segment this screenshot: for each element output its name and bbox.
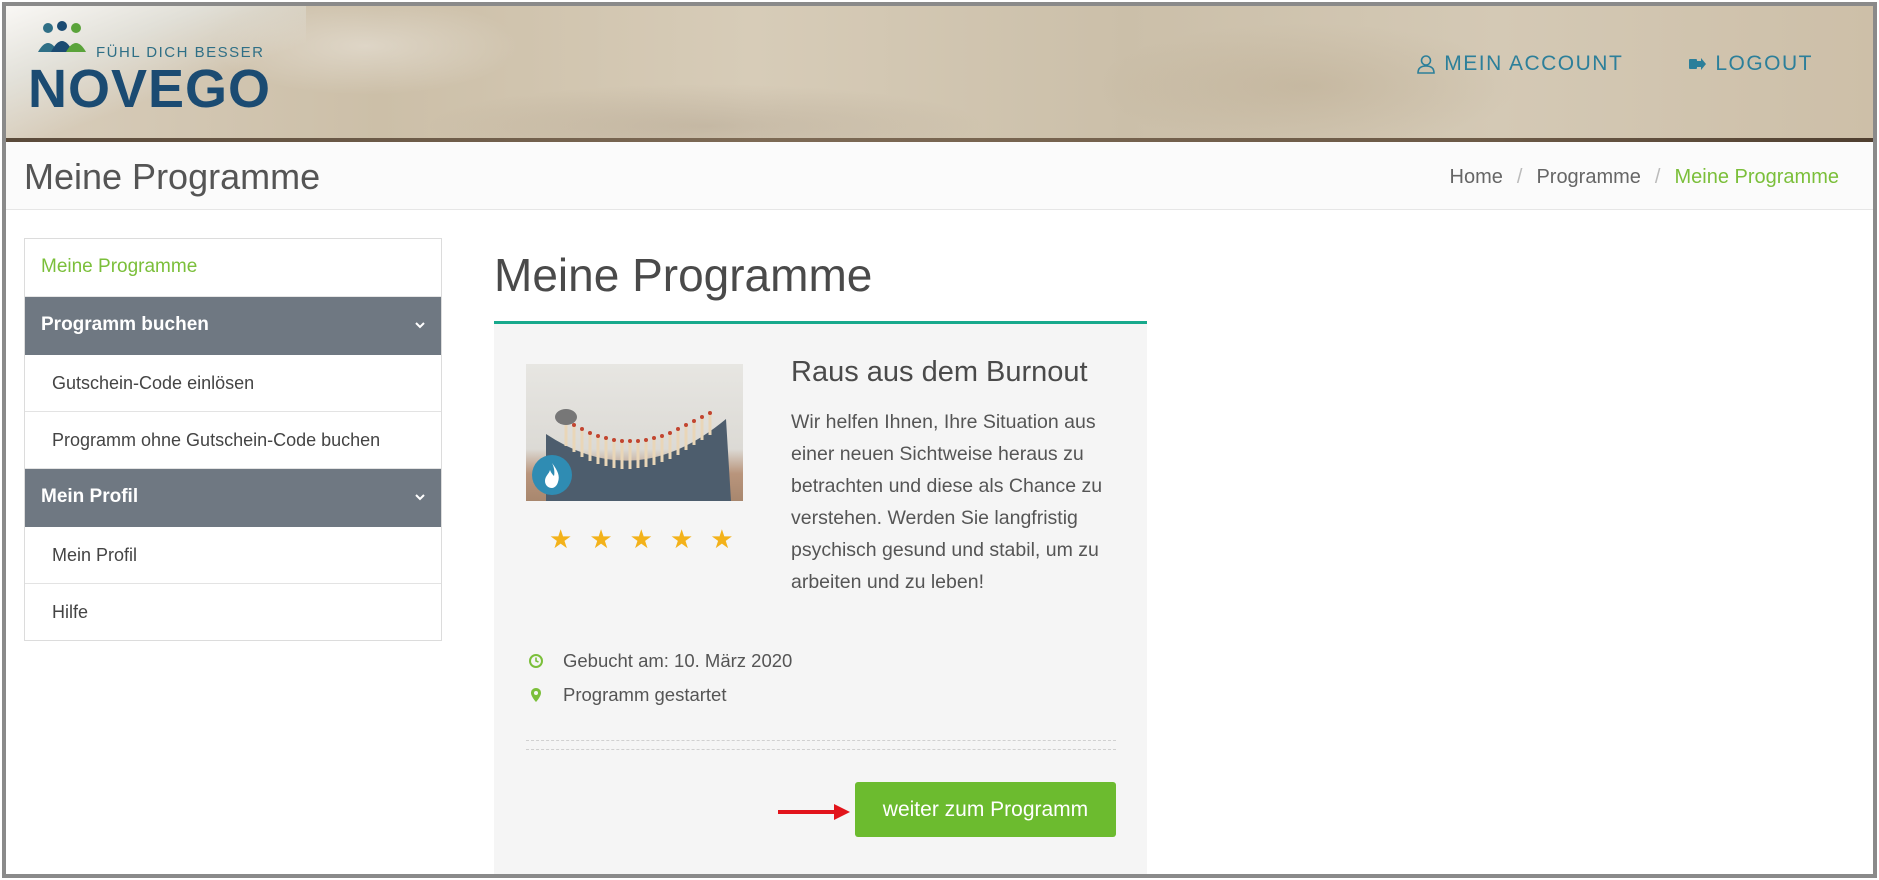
- booked-date-row: Gebucht am: 10. März 2020: [528, 644, 792, 678]
- program-card: ★ ★ ★ ★ ★ Raus aus dem Burnout Wir helfe…: [494, 324, 1147, 874]
- rating-stars: ★ ★ ★ ★ ★: [549, 526, 734, 552]
- breadcrumb-separator: /: [1654, 166, 1661, 188]
- program-badge: [532, 455, 572, 495]
- booked-date: Gebucht am: 10. März 2020: [563, 650, 793, 671]
- logo-people-icon: [38, 21, 86, 52]
- divider: [526, 749, 1116, 750]
- logout-label: LOGOUT: [1715, 52, 1813, 75]
- sidebar-group-label: Mein Profil: [41, 486, 139, 507]
- star-icon: ★: [710, 524, 734, 554]
- star-icon: ★: [549, 524, 573, 554]
- divider: [526, 740, 1116, 741]
- sidebar-item-gutschein-code[interactable]: Gutschein-Code einlösen: [25, 355, 441, 412]
- browser-frame: FÜHL DICH BESSER NOVEGO MEIN ACCOUNT LOG…: [2, 2, 1877, 878]
- continue-program-button[interactable]: weiter zum Programm: [855, 782, 1116, 837]
- sidebar-menu: Meine Programme Programm buchen Gutschei…: [24, 238, 442, 641]
- main-heading: Meine Programme: [494, 249, 873, 301]
- page-title: Meine Programme: [24, 156, 321, 197]
- sidebar-item-ohne-gutschein[interactable]: Programm ohne Gutschein-Code buchen: [25, 412, 441, 469]
- map-marker-icon: [531, 688, 541, 702]
- breadcrumb-programme[interactable]: Programme: [1536, 166, 1640, 189]
- program-title: Raus aus dem Burnout: [791, 356, 1088, 388]
- annotation-arrow-icon: [778, 804, 850, 820]
- breadcrumb-current: Meine Programme: [1674, 166, 1839, 188]
- sidebar-group-programm-buchen[interactable]: Programm buchen: [25, 297, 441, 355]
- breadcrumb: Home / Programme / Meine Programme: [1450, 166, 1839, 189]
- page-title-bar: Meine Programme Home / Programme / Meine…: [6, 142, 1873, 210]
- logout-link[interactable]: LOGOUT: [1687, 52, 1813, 76]
- sidebar-group-mein-profil[interactable]: Mein Profil: [25, 469, 441, 527]
- sidebar-group-label: Programm buchen: [41, 314, 209, 335]
- program-meta: Gebucht am: 10. März 2020 Programm gesta…: [528, 644, 792, 712]
- user-icon: [1417, 55, 1436, 74]
- star-icon: ★: [589, 524, 613, 554]
- logout-icon: [1689, 58, 1707, 70]
- sidebar-item-meine-programme[interactable]: Meine Programme: [25, 239, 441, 297]
- novego-logo[interactable]: FÜHL DICH BESSER NOVEGO: [28, 20, 272, 120]
- flame-icon: [545, 463, 559, 488]
- site-header: FÜHL DICH BESSER NOVEGO MEIN ACCOUNT LOG…: [6, 6, 1873, 142]
- mein-account-link[interactable]: MEIN ACCOUNT: [1416, 52, 1623, 76]
- sidebar-item-mein-profil[interactable]: Mein Profil: [25, 527, 441, 584]
- program-description: Wir helfen Ihnen, Ihre Situation aus ein…: [791, 411, 1103, 593]
- breadcrumb-home[interactable]: Home: [1450, 166, 1503, 189]
- stone: [555, 409, 577, 425]
- star-icon: ★: [629, 524, 653, 554]
- program-status: Programm gestartet: [563, 684, 727, 705]
- chevron-down-icon: [415, 494, 425, 501]
- program-thumbnail[interactable]: [526, 364, 743, 501]
- chevron-down-icon: [415, 322, 425, 329]
- clock-icon: [529, 654, 543, 668]
- logo-brand: NOVEGO: [28, 59, 272, 119]
- star-icon: ★: [669, 524, 694, 554]
- top-navigation: MEIN ACCOUNT LOGOUT: [1416, 52, 1813, 76]
- mein-account-label: MEIN ACCOUNT: [1444, 52, 1624, 75]
- breadcrumb-separator: /: [1516, 166, 1523, 188]
- sidebar-item-hilfe[interactable]: Hilfe: [25, 584, 441, 640]
- status-row: Programm gestartet: [528, 678, 792, 712]
